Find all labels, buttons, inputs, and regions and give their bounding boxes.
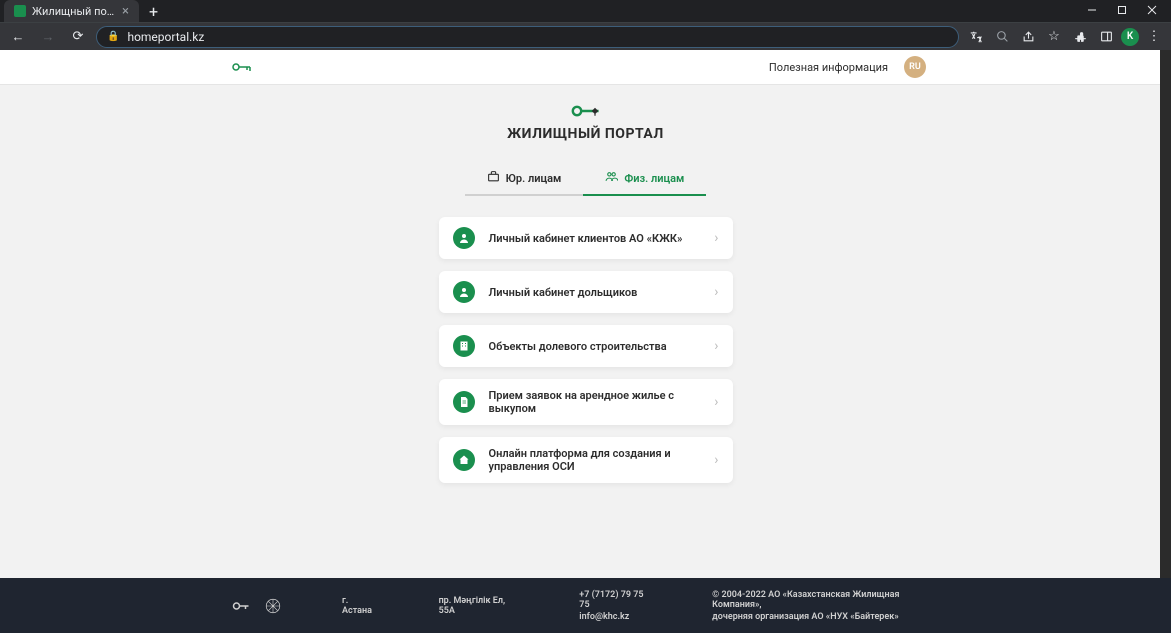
footer-logos <box>232 597 282 615</box>
language-code: RU <box>909 62 921 72</box>
tab-bar: Жилищный портал АО "КЖК" × + <box>0 0 1171 22</box>
close-tab-icon[interactable]: × <box>122 4 129 19</box>
card-osi-platform[interactable]: Онлайн платформа для создания и управлен… <box>439 437 733 483</box>
building-icon <box>453 335 475 357</box>
extensions-icon[interactable] <box>1069 26 1091 48</box>
site-footer: г. Астана пр. Мәңгілік Ел, 55А +7 (7172)… <box>0 578 1171 633</box>
panel-icon[interactable] <box>1095 26 1117 48</box>
back-button[interactable]: ← <box>6 25 30 49</box>
tab-legal[interactable]: Юр. лицам <box>465 162 584 196</box>
home-icon <box>453 449 475 471</box>
chevron-right-icon: › <box>714 230 718 246</box>
footer-email[interactable]: info@khc.kz <box>579 612 652 622</box>
forward-button[interactable]: → <box>36 25 60 49</box>
footer-address: пр. Мәңгілік Ел, 55А <box>439 596 520 616</box>
url-text: homeportal.kz <box>127 30 204 44</box>
info-link[interactable]: Полезная информация <box>769 61 888 74</box>
page-content: Полезная информация RU ЖИЛИЩНЫЙ ПОРТАЛ Ю… <box>0 50 1171 633</box>
window-controls <box>1077 0 1167 20</box>
close-window-button[interactable] <box>1137 0 1167 20</box>
footer-emblem-icon <box>264 597 282 615</box>
new-tab-button[interactable]: + <box>139 2 168 21</box>
card-rental-applications[interactable]: Прием заявок на арендное жилье с выкупом… <box>439 379 733 425</box>
person-icon <box>453 227 475 249</box>
scrollbar[interactable] <box>1160 50 1171 633</box>
card-label: Объекты долевого строительства <box>489 340 701 353</box>
toolbar-right: ☆ K ⋮ <box>965 26 1165 48</box>
tab-individual-label: Физ. лицам <box>624 172 684 185</box>
translate-icon[interactable] <box>965 26 987 48</box>
language-selector[interactable]: RU <box>904 56 926 78</box>
card-label: Личный кабинет дольщиков <box>489 286 701 299</box>
bookmark-icon[interactable]: ☆ <box>1043 26 1065 48</box>
site-logo[interactable] <box>232 61 252 73</box>
card-construction-objects[interactable]: Объекты долевого строительства › <box>439 325 733 367</box>
briefcase-icon <box>487 170 500 186</box>
address-bar[interactable]: 🔒 homeportal.kz <box>96 26 959 48</box>
chevron-right-icon: › <box>714 394 718 410</box>
menu-icon[interactable]: ⋮ <box>1143 26 1165 48</box>
browser-tab[interactable]: Жилищный портал АО "КЖК" × <box>4 0 139 22</box>
card-label: Прием заявок на арендное жилье с выкупом <box>489 389 701 415</box>
chevron-right-icon: › <box>714 338 718 354</box>
footer-phone: +7 (7172) 79 75 75 <box>579 590 652 610</box>
reload-button[interactable]: ⟳ <box>66 25 90 49</box>
tab-title: Жилищный портал АО "КЖК" <box>32 5 116 18</box>
key-icon <box>232 61 252 73</box>
person-icon <box>453 281 475 303</box>
zoom-icon[interactable] <box>991 26 1013 48</box>
site-header: Полезная информация RU <box>0 50 1171 84</box>
hero-section: ЖИЛИЩНЫЙ ПОРТАЛ <box>0 84 1171 142</box>
browser-chrome: Жилищный портал АО "КЖК" × + ← → ⟳ 🔒 hom… <box>0 0 1171 50</box>
lock-icon: 🔒 <box>107 31 119 42</box>
tab-individual[interactable]: Физ. лицам <box>583 162 706 196</box>
profile-letter: K <box>1127 31 1133 42</box>
card-label: Онлайн платформа для создания и управлен… <box>489 447 701 473</box>
footer-key-logo-icon <box>232 597 250 615</box>
minimize-button[interactable] <box>1077 0 1107 20</box>
page-title: ЖИЛИЩНЫЙ ПОРТАЛ <box>0 126 1171 142</box>
browser-toolbar: ← → ⟳ 🔒 homeportal.kz ☆ K <box>0 22 1171 50</box>
footer-copyright: © 2004-2022 АО «Казахстанская Жилищная К… <box>712 590 939 622</box>
favicon-icon <box>14 5 26 17</box>
service-card-list: Личный кабинет клиентов АО «КЖК» › Личны… <box>439 217 733 483</box>
tab-legal-label: Юр. лицам <box>506 172 562 185</box>
document-icon <box>453 391 475 413</box>
card-personal-cabinet-kzhk[interactable]: Личный кабинет клиентов АО «КЖК» › <box>439 217 733 259</box>
chevron-right-icon: › <box>714 284 718 300</box>
header-right: Полезная информация RU <box>769 56 926 78</box>
card-dolshchik-cabinet[interactable]: Личный кабинет дольщиков › <box>439 271 733 313</box>
share-icon[interactable] <box>1017 26 1039 48</box>
entity-tabs: Юр. лицам Физ. лицам <box>0 162 1171 197</box>
chevron-right-icon: › <box>714 452 718 468</box>
footer-contacts: +7 (7172) 79 75 75 info@khc.kz <box>579 590 652 622</box>
maximize-button[interactable] <box>1107 0 1137 20</box>
card-label: Личный кабинет клиентов АО «КЖК» <box>489 232 701 245</box>
hero-logo-icon <box>571 102 601 120</box>
profile-button[interactable]: K <box>1121 28 1139 46</box>
footer-city: г. Астана <box>342 596 379 616</box>
people-icon <box>605 170 618 186</box>
